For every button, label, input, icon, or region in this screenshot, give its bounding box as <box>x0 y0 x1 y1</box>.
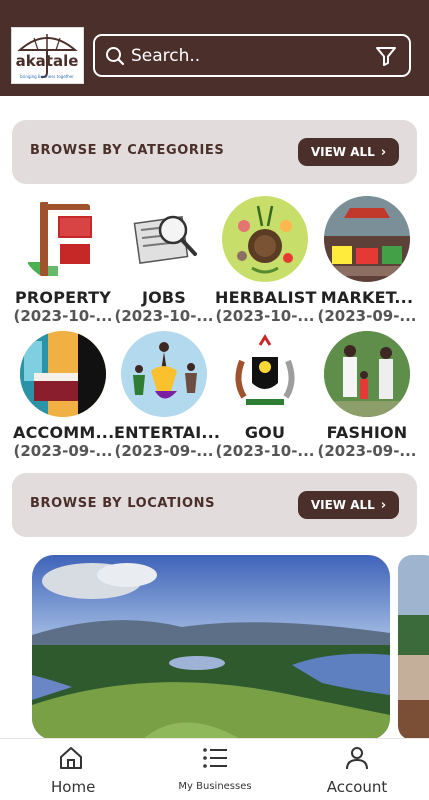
list-icon <box>201 748 229 775</box>
category-name: GOU <box>244 423 286 442</box>
categories-view-all-button[interactable]: VIEW ALL › <box>298 138 399 166</box>
category-herbalist[interactable]: HERBALIST (2023-10-... <box>215 196 317 325</box>
category-date: (2023-10-... <box>13 307 113 325</box>
category-name: HERBALIST <box>215 288 317 307</box>
user-icon <box>344 747 370 775</box>
category-jobs[interactable]: JOBS (2023-10-... <box>114 196 214 325</box>
category-gou[interactable]: GOU (2023-10-... <box>215 331 315 460</box>
nav-my-businesses[interactable]: My Businesses <box>170 745 260 792</box>
bottom-navigation: Home My Businesses Account <box>0 738 429 800</box>
category-date: (2023-10-... <box>114 307 214 325</box>
nav-account[interactable]: Account <box>326 745 388 796</box>
akatale-logo[interactable]: akatale bringing business together <box>11 27 84 84</box>
locations-section-header: BROWSE BY LOCATIONS VIEW ALL › <box>12 473 417 537</box>
category-date: (2023-10-... <box>215 442 315 460</box>
category-date: (2023-10-... <box>215 307 315 325</box>
gou-coat-of-arms-image <box>222 331 308 417</box>
market-image <box>324 196 410 282</box>
category-name: PROPERTY <box>14 288 111 307</box>
chevron-right-icon: › <box>380 144 387 160</box>
category-date: (2023-09-... <box>13 442 113 460</box>
category-name: ENTERTAI... <box>114 423 221 442</box>
category-fashion[interactable]: FASHION (2023-09-... <box>317 331 417 460</box>
nav-my-businesses-label: My Businesses <box>178 781 252 792</box>
category-name: MARKET... <box>320 288 414 307</box>
search-icon <box>105 46 125 70</box>
category-date: (2023-09-... <box>317 442 417 460</box>
locations-view-all-button[interactable]: VIEW ALL › <box>298 491 399 519</box>
category-name: ACCOMM... <box>13 423 115 442</box>
entertainment-image <box>121 331 207 417</box>
categories-title: BROWSE BY CATEGORIES <box>30 143 225 158</box>
view-all-label: VIEW ALL <box>310 145 375 159</box>
nav-home-label: Home <box>51 778 96 796</box>
filter-icon[interactable] <box>375 46 397 70</box>
category-property[interactable]: PROPERTY (2023-10-... <box>13 196 113 325</box>
chevron-right-icon: › <box>380 497 387 513</box>
logo-text: akatale <box>16 52 79 70</box>
search-input[interactable]: Search.. <box>131 46 200 66</box>
nav-home[interactable]: Home <box>51 745 96 796</box>
herbalist-image <box>222 196 308 282</box>
category-date: (2023-09-... <box>317 307 417 325</box>
location-card[interactable] <box>398 555 429 740</box>
nav-account-label: Account <box>326 778 388 796</box>
app-header: akatale bringing business together Searc… <box>0 0 429 96</box>
category-accommodation[interactable]: ACCOMM... (2023-09-... <box>13 331 115 460</box>
category-name: FASHION <box>326 423 408 442</box>
category-entertainment[interactable]: ENTERTAI... (2023-09-... <box>114 331 221 460</box>
logo-tagline: bringing business together <box>20 74 74 79</box>
category-market[interactable]: MARKET... (2023-09-... <box>317 196 417 325</box>
home-icon <box>58 747 84 775</box>
categories-section-header: BROWSE BY CATEGORIES VIEW ALL › <box>12 120 417 184</box>
search-bar[interactable]: Search.. <box>93 34 411 77</box>
jobs-image <box>121 196 207 282</box>
category-date: (2023-09-... <box>114 442 214 460</box>
category-name: JOBS <box>141 288 187 307</box>
fashion-image <box>324 331 410 417</box>
view-all-label: VIEW ALL <box>310 498 375 512</box>
location-card[interactable] <box>32 555 390 740</box>
property-image <box>20 196 106 282</box>
locations-title: BROWSE BY LOCATIONS <box>30 496 216 511</box>
accommodation-image <box>20 331 106 417</box>
